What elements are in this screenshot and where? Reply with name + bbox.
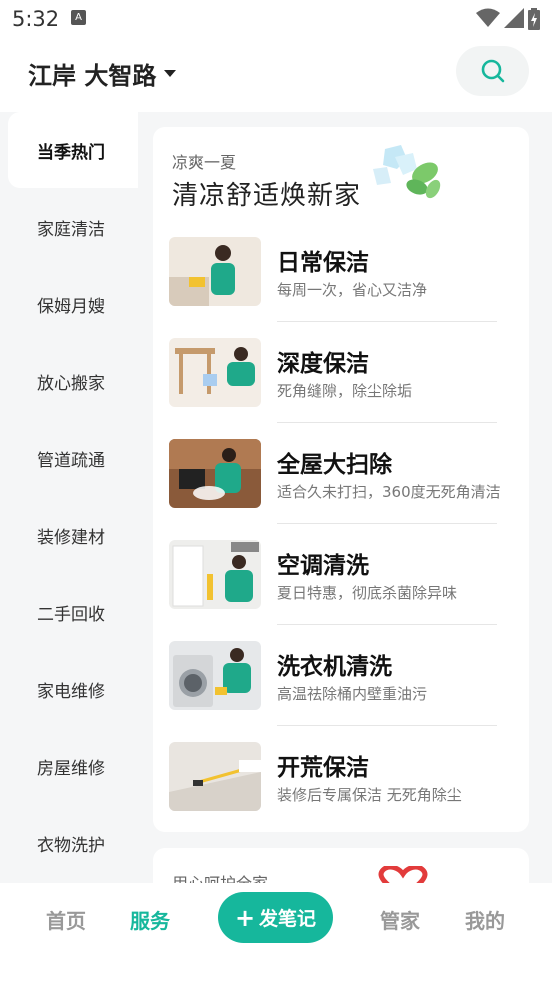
service-thumbnail xyxy=(169,742,261,811)
sidebar-item-label: 二手回收 xyxy=(37,604,105,625)
sidebar-item-label: 家庭清洁 xyxy=(37,219,105,240)
service-item-washer-cleaning[interactable]: 洗衣机清洗 高温祛除桶内壁重油污 xyxy=(169,641,513,742)
sidebar-item-label: 保姆月嫂 xyxy=(37,296,105,317)
service-desc: 死角缝隙，除尘除垢 xyxy=(277,382,413,400)
chevron-down-icon xyxy=(164,70,177,77)
post-note-label: 发笔记 xyxy=(259,908,317,930)
service-item-full-house-cleaning[interactable]: 全屋大扫除 适合久未打扫，360度无死角清洁 xyxy=(169,439,513,540)
service-name: 日常保洁 xyxy=(277,250,369,276)
location-label: 江岸 大智路 xyxy=(28,62,157,90)
search-icon xyxy=(481,59,504,83)
status-time: 5:32 xyxy=(12,7,60,31)
sidebar-item-label: 当季热门 xyxy=(37,142,105,163)
service-desc: 高温祛除桶内壁重油污 xyxy=(277,685,428,703)
sidebar-item-renovation[interactable]: 装修建材 xyxy=(8,497,138,573)
plus-icon: + xyxy=(234,903,256,932)
search-button[interactable] xyxy=(456,46,529,96)
secondary-card: 用心呵护全家 xyxy=(153,848,529,883)
sidebar-item-label: 房屋维修 xyxy=(37,758,105,779)
service-desc: 夏日特惠，彻底杀菌除异味 xyxy=(277,584,458,602)
card-title: 清凉舒适焕新家 xyxy=(172,181,362,211)
sidebar-item-seasonal[interactable]: 当季热门 xyxy=(8,112,138,188)
post-note-button[interactable]: + 发笔记 xyxy=(218,892,333,943)
ice-mint-decoration xyxy=(373,145,441,199)
service-item-ac-cleaning[interactable]: 空调清洗 夏日特惠，彻底杀菌除异味 xyxy=(169,540,513,641)
card-subtitle: 凉爽一夏 xyxy=(172,153,237,172)
service-thumbnail xyxy=(169,540,261,609)
service-desc: 每周一次，省心又洁净 xyxy=(277,281,428,299)
service-name: 空调清洗 xyxy=(277,553,369,579)
sidebar-item-label: 衣物洗护 xyxy=(37,835,105,856)
location-selector[interactable]: 江岸 大智路 xyxy=(28,56,177,91)
service-thumbnail xyxy=(169,641,261,710)
status-icons xyxy=(476,8,540,30)
divider xyxy=(277,422,497,423)
header: 江岸 大智路 xyxy=(0,38,552,108)
service-name: 全屋大扫除 xyxy=(277,452,392,478)
bottom-nav: 首页 服务 + 发笔记 管家 我的 xyxy=(0,883,552,983)
heart-icon xyxy=(378,866,428,883)
signal-icon xyxy=(504,8,524,28)
divider xyxy=(277,725,497,726)
service-card: 凉爽一夏 清凉舒适焕新家 日常保洁 每周一次，省心又洁净 深度保洁 死角缝隙，除… xyxy=(153,127,529,832)
sidebar-item-nanny[interactable]: 保姆月嫂 xyxy=(8,266,138,342)
service-desc: 装修后专属保洁 无死角除尘 xyxy=(277,786,462,804)
card-subtitle: 用心呵护全家 xyxy=(172,870,268,883)
service-item-post-renovation-cleaning[interactable]: 开荒保洁 装修后专属保洁 无死角除尘 xyxy=(169,742,513,843)
sidebar-item-label: 放心搬家 xyxy=(37,373,105,394)
service-thumbnail xyxy=(169,338,261,407)
sidebar-item-pipe[interactable]: 管道疏通 xyxy=(8,420,138,496)
sidebar-item-moving[interactable]: 放心搬家 xyxy=(8,343,138,419)
wifi-icon xyxy=(476,8,500,27)
nav-mine[interactable]: 我的 xyxy=(465,905,505,934)
status-bar: 5:32 A xyxy=(0,0,552,38)
sidebar-item-recycle[interactable]: 二手回收 xyxy=(8,574,138,650)
service-thumbnail xyxy=(169,237,261,306)
sidebar-item-label: 管道疏通 xyxy=(37,450,105,471)
sidebar-item-label: 装修建材 xyxy=(37,527,105,548)
nav-home[interactable]: 首页 xyxy=(46,905,86,934)
sidebar-item-label: 家电维修 xyxy=(37,681,105,702)
service-name: 开荒保洁 xyxy=(277,755,369,781)
service-name: 深度保洁 xyxy=(277,351,369,377)
content-area: 凉爽一夏 清凉舒适焕新家 日常保洁 每周一次，省心又洁净 深度保洁 死角缝隙，除… xyxy=(138,112,552,883)
sidebar-item-house-repair[interactable]: 房屋维修 xyxy=(8,728,138,804)
sidebar-item-laundry[interactable]: 衣物洗护 xyxy=(8,805,138,881)
battery-icon xyxy=(528,8,540,30)
divider xyxy=(277,321,497,322)
sidebar-item-home-cleaning[interactable]: 家庭清洁 xyxy=(8,189,138,265)
divider xyxy=(277,624,497,625)
nav-butler[interactable]: 管家 xyxy=(380,905,420,934)
service-desc: 适合久未打扫，360度无死角清洁 xyxy=(277,483,501,501)
service-name: 洗衣机清洗 xyxy=(277,654,392,680)
divider xyxy=(277,523,497,524)
service-item-daily-cleaning[interactable]: 日常保洁 每周一次，省心又洁净 xyxy=(169,237,513,338)
nav-service[interactable]: 服务 xyxy=(130,905,170,934)
service-item-deep-cleaning[interactable]: 深度保洁 死角缝隙，除尘除垢 xyxy=(169,338,513,439)
notification-icon: A xyxy=(71,10,86,25)
sidebar-item-appliance[interactable]: 家电维修 xyxy=(8,651,138,727)
service-thumbnail xyxy=(169,439,261,508)
category-sidebar: 当季热门 家庭清洁 保姆月嫂 放心搬家 管道疏通 装修建材 二手回收 家电维修 … xyxy=(0,112,138,883)
